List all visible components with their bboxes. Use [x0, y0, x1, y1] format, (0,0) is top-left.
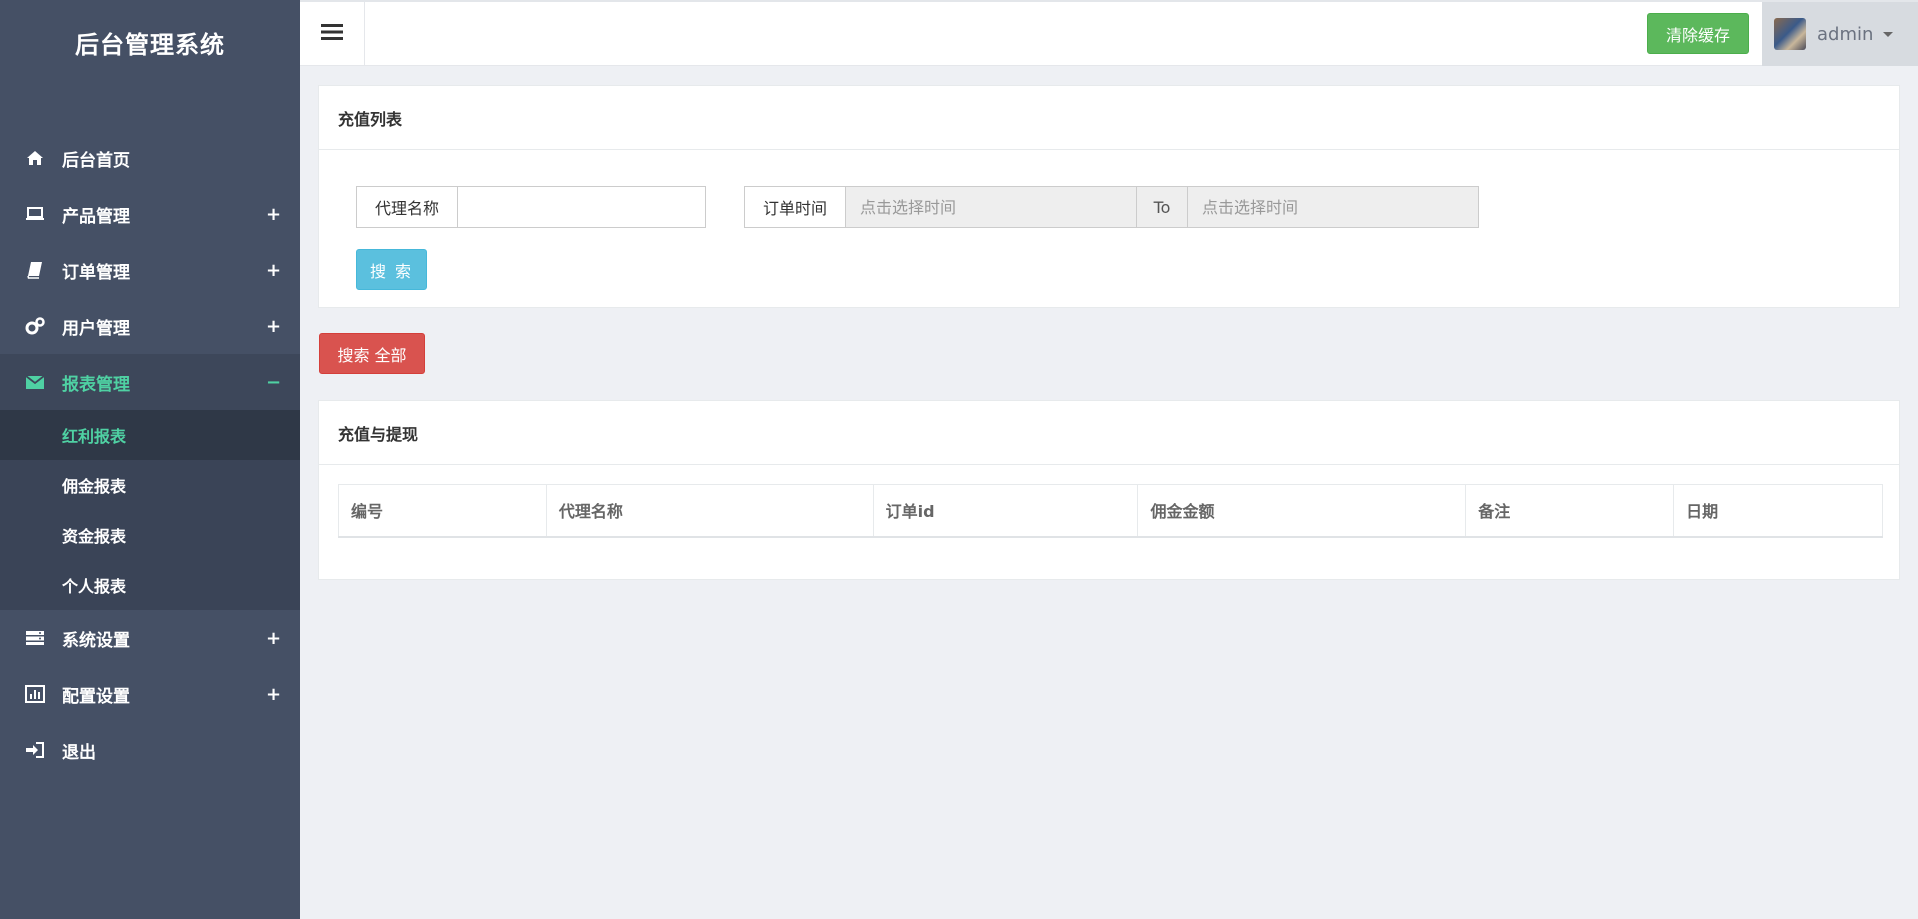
avatar [1774, 18, 1806, 50]
search-all-button[interactable]: 搜索 全部 [319, 333, 425, 374]
order-time-label: 订单时间 [744, 186, 846, 228]
column-header-order-id[interactable]: 订单id [872, 484, 1139, 538]
sidebar-item-config-settings[interactable]: 配置设置 + [0, 666, 300, 722]
sidebar: 后台管理系统 后台首页 产品管理 + 订单管理 + 用户管理 + 报表管理 − … [0, 0, 300, 919]
collapse-icon: − [266, 371, 282, 393]
clear-cache-button[interactable]: 清除缓存 [1647, 13, 1749, 54]
submenu-item-personal-report[interactable]: 个人报表 [0, 560, 300, 610]
column-header-id[interactable]: 编号 [338, 484, 547, 538]
submenu-item-commission-report[interactable]: 佣金报表 [0, 460, 300, 510]
laptop-icon [24, 203, 46, 225]
sidebar-item-orders[interactable]: 订单管理 + [0, 242, 300, 298]
agent-name-input[interactable] [458, 186, 706, 228]
expand-icon: + [266, 259, 282, 281]
column-header-commission-amount[interactable]: 佣金金额 [1137, 484, 1467, 538]
user-menu[interactable]: admin [1762, 2, 1918, 66]
home-icon [24, 147, 46, 169]
sidebar-item-label: 产品管理 [62, 206, 130, 227]
panel-title: 充值列表 [319, 86, 1899, 150]
submenu-item-funds-report[interactable]: 资金报表 [0, 510, 300, 560]
server-icon [24, 627, 46, 649]
sidebar-item-home[interactable]: 后台首页 [0, 130, 300, 186]
agent-name-group: 代理名称 [356, 186, 706, 228]
hamburger-icon [321, 23, 343, 45]
book-icon [24, 259, 46, 281]
records-table: 编号 代理名称 订单id 佣金金额 备注 日期 [338, 484, 1883, 538]
expand-icon: + [266, 315, 282, 337]
sidebar-item-products[interactable]: 产品管理 + [0, 186, 300, 242]
sidebar-item-label: 配置设置 [62, 686, 130, 707]
expand-icon: + [266, 683, 282, 705]
menu-toggle-button[interactable] [300, 2, 365, 66]
sidebar-item-logout[interactable]: 退出 [0, 722, 300, 778]
sidebar-item-label: 订单管理 [62, 262, 130, 283]
search-button[interactable]: 搜 索 [356, 249, 427, 290]
expand-icon: + [266, 627, 282, 649]
submenu-item-dividend-report[interactable]: 红利报表 [0, 410, 300, 460]
app-title: 后台管理系统 [75, 30, 225, 59]
envelope-icon [24, 371, 46, 393]
username: admin [1817, 23, 1874, 45]
caret-down-icon [1883, 31, 1894, 37]
gears-icon [24, 315, 46, 337]
sidebar-menu: 后台首页 产品管理 + 订单管理 + 用户管理 + 报表管理 − 红利报表 佣金… [0, 130, 300, 778]
topbar: 清除缓存 admin [300, 0, 1918, 66]
sidebar-item-label: 退出 [62, 742, 96, 763]
recharge-list-panel: 充值列表 代理名称 订单时间 To 搜 索 [318, 85, 1900, 308]
sidebar-item-users[interactable]: 用户管理 + [0, 298, 300, 354]
expand-icon: + [266, 203, 282, 225]
recharge-withdraw-panel: 充值与提现 编号 代理名称 订单id 佣金金额 备注 日期 [318, 400, 1900, 580]
bar-chart-icon [24, 683, 46, 705]
sidebar-item-label: 系统设置 [62, 630, 130, 651]
order-time-group: 订单时间 To [744, 186, 1479, 228]
end-time-input[interactable] [1188, 186, 1479, 228]
column-header-remark[interactable]: 备注 [1465, 484, 1675, 538]
column-header-date[interactable]: 日期 [1673, 484, 1883, 538]
to-label: To [1137, 186, 1188, 228]
panel-title: 充值与提现 [319, 401, 1899, 465]
agent-name-label: 代理名称 [356, 186, 458, 228]
sidebar-item-reports[interactable]: 报表管理 − [0, 354, 300, 410]
sign-in-icon [24, 739, 46, 761]
sidebar-item-label: 报表管理 [62, 374, 130, 395]
start-time-input[interactable] [846, 186, 1137, 228]
sidebar-item-system-settings[interactable]: 系统设置 + [0, 610, 300, 666]
reports-submenu: 红利报表 佣金报表 资金报表 个人报表 [0, 410, 300, 610]
table-header-row: 编号 代理名称 订单id 佣金金额 备注 日期 [338, 484, 1883, 538]
column-header-agent-name[interactable]: 代理名称 [545, 484, 874, 538]
sidebar-item-label: 用户管理 [62, 318, 130, 339]
sidebar-item-label: 后台首页 [62, 150, 130, 171]
